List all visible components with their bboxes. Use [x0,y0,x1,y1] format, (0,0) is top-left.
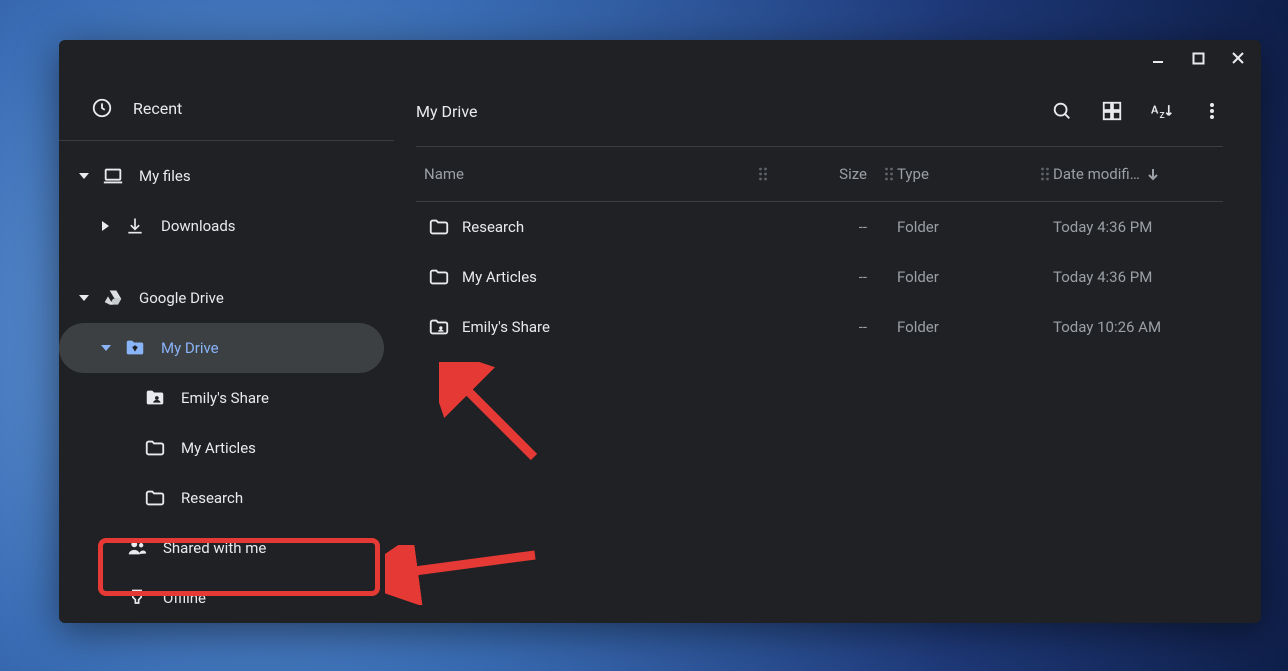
folder-icon [143,437,167,459]
file-size: -- [771,268,881,286]
sort-desc-icon [1146,167,1160,181]
file-name: My Articles [462,268,771,286]
sidebar-item-label: My Articles [181,439,394,457]
sidebar-item-label: Emily's Share [181,389,394,407]
sidebar-tree: My files Downloads [59,141,394,623]
file-name: Emily's Share [462,318,771,336]
maximize-button[interactable] [1189,49,1207,67]
file-row[interactable]: Emily's Share-- Folder Today 10:26 AM [416,302,1223,352]
sidebar-item-google-drive[interactable]: Google Drive [59,273,394,323]
sidebar-item-label: Shared with me [163,539,394,557]
close-button[interactable] [1229,49,1247,67]
sidebar-item-my-articles[interactable]: My Articles [59,423,394,473]
column-resize-handle[interactable] [755,166,771,182]
google-drive-icon [101,288,125,308]
clock-icon [91,97,113,119]
folder-shared-icon [143,387,167,409]
close-icon [1231,51,1245,65]
minimize-button[interactable] [1149,49,1167,67]
window-titlebar [59,40,1261,76]
column-type[interactable]: Type [897,165,1037,183]
sidebar-item-label: My files [139,167,394,185]
breadcrumb-bar: My Drive AZ [416,76,1223,146]
more-vert-icon [1202,101,1222,121]
file-list: Research--FolderToday 4:36 PMMy Articles… [416,202,1223,352]
breadcrumb-title: My Drive [416,102,477,121]
minimize-icon [1151,51,1165,65]
sidebar-item-label: Offline [163,589,394,607]
files-app-window: Recent My files [59,40,1261,623]
chevron-right-icon [99,219,113,233]
sidebar-item-research[interactable]: Research [59,473,394,523]
column-size[interactable]: Size [771,165,881,183]
chevron-down-icon [99,341,113,355]
sidebar-item-downloads[interactable]: Downloads [59,201,394,251]
view-toggle-button[interactable] [1101,100,1123,122]
file-type: Folder [897,218,1037,236]
svg-text:Z: Z [1159,111,1164,121]
main-panel: My Drive AZ Name [394,76,1261,623]
drive-folder-icon [123,337,147,359]
search-icon [1051,100,1073,122]
grid-icon [1101,100,1123,122]
sidebar-item-emilys-share[interactable]: Emily's Share [59,373,394,423]
download-icon [123,216,147,236]
file-row[interactable]: Research-- Folder Today 4:36 PM [416,202,1223,252]
offline-pin-icon [125,588,149,608]
more-button[interactable] [1201,100,1223,122]
sidebar-item-offline[interactable]: Offline [59,573,394,623]
column-date[interactable]: Date modifi… [1053,165,1223,183]
sidebar-recent[interactable]: Recent [59,76,394,141]
sidebar-item-my-drive[interactable]: My Drive [59,323,384,373]
sidebar-recent-label: Recent [133,99,182,118]
file-date: Today 10:26 AM [1053,318,1223,336]
folder-icon [416,216,462,238]
file-type: Folder [897,268,1037,286]
folder-icon [143,487,167,509]
people-icon [125,537,149,559]
sidebar-item-label: Downloads [161,217,394,235]
sidebar: Recent My files [59,76,394,623]
sidebar-item-label: Research [181,489,394,507]
file-size: -- [771,218,881,236]
file-date: Today 4:36 PM [1053,268,1223,286]
file-size: -- [771,318,881,336]
laptop-icon [101,165,125,187]
folder-icon [416,266,462,288]
maximize-icon [1192,52,1205,65]
column-resize-handle[interactable] [1037,166,1053,182]
sort-button[interactable]: AZ [1151,100,1173,122]
file-name: Research [462,218,771,236]
table-header: Name Size Type Date modifi… [416,146,1223,202]
svg-text:A: A [1151,104,1159,117]
search-button[interactable] [1051,100,1073,122]
file-type: Folder [897,318,1037,336]
sidebar-item-label: My Drive [161,339,384,357]
sort-az-icon: AZ [1151,100,1173,122]
folder-shared-icon [416,316,462,338]
sidebar-item-my-files[interactable]: My files [59,151,394,201]
column-name[interactable]: Name [416,165,755,183]
chevron-down-icon [77,291,91,305]
sidebar-item-shared-with-me[interactable]: Shared with me [59,523,394,573]
file-row[interactable]: My Articles-- Folder Today 4:36 PM [416,252,1223,302]
column-resize-handle[interactable] [881,166,897,182]
chevron-down-icon [77,169,91,183]
toolbar: AZ [1051,100,1223,122]
sidebar-item-label: Google Drive [139,289,394,307]
file-date: Today 4:36 PM [1053,218,1223,236]
